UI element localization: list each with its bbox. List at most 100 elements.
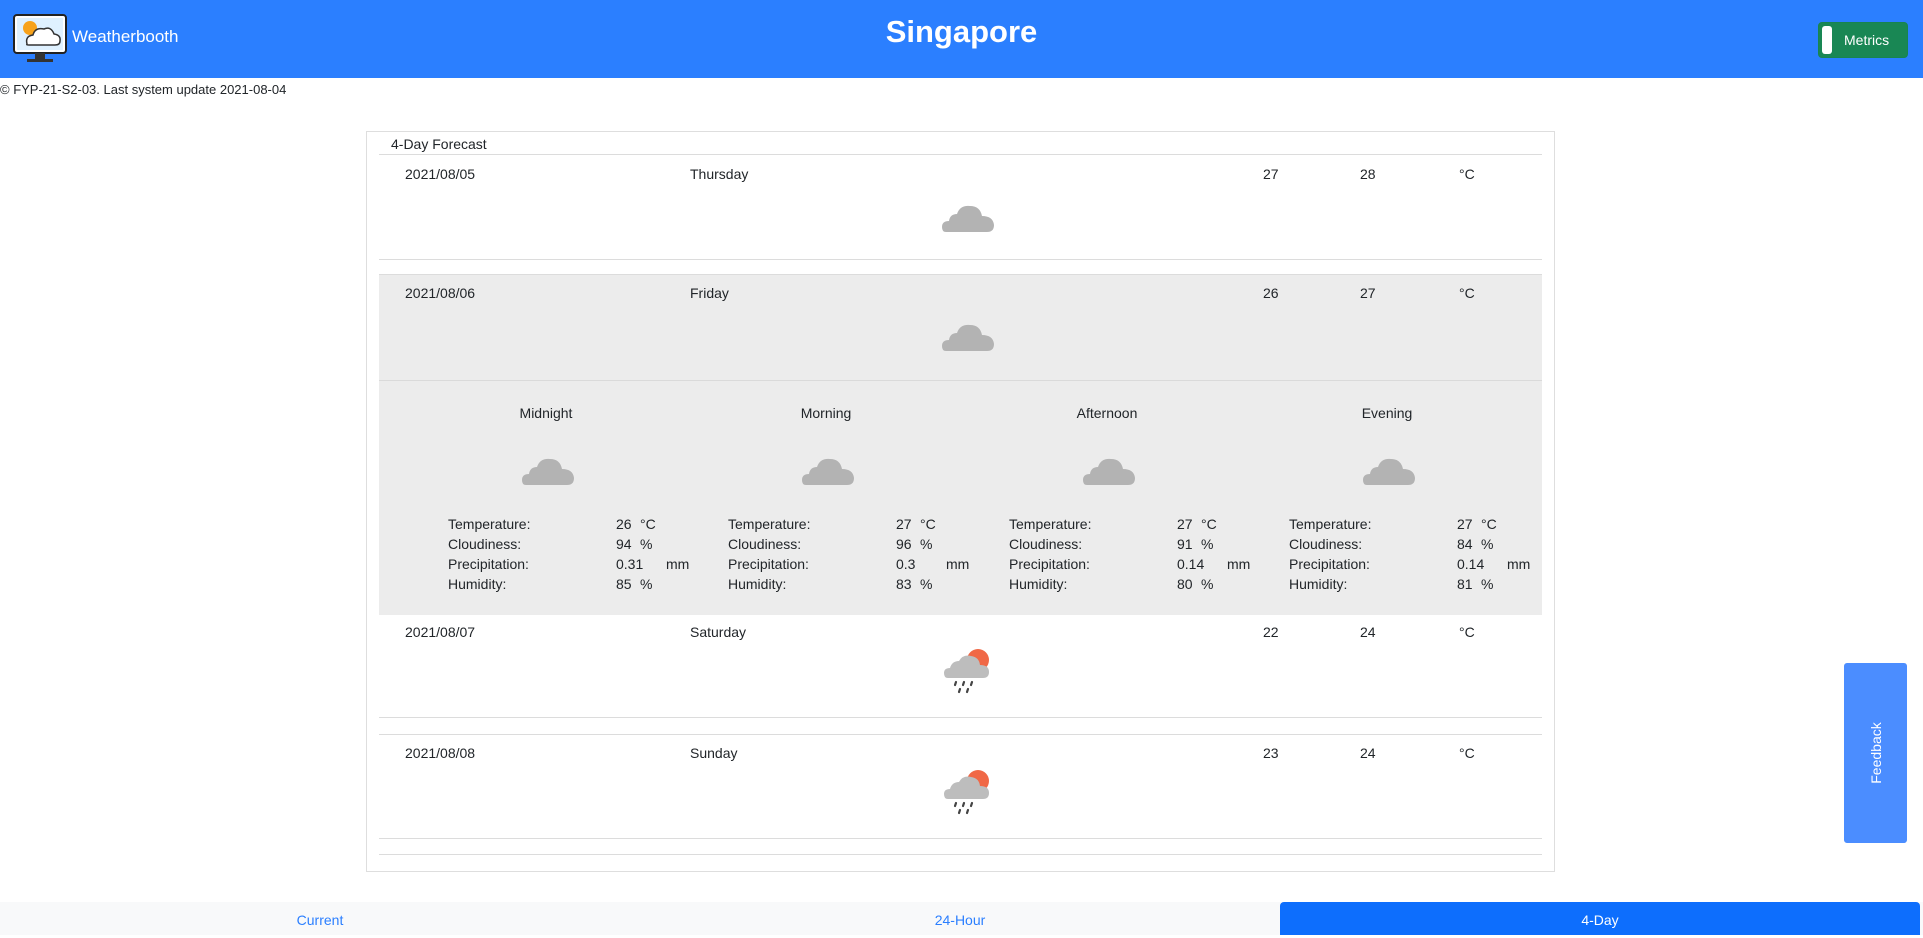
period-morning: Morning Temperature: 27 °C Cloudiness: 9… (686, 381, 970, 615)
temperature-unit: °C (1459, 624, 1475, 640)
day-temp-min: 27 (1263, 166, 1279, 182)
temperature-unit: °C (1481, 516, 1497, 532)
cloudiness-value: 96 (896, 536, 912, 552)
cloud-icon (802, 458, 854, 485)
temperature-unit: °C (640, 516, 656, 532)
temperature-unit: °C (1201, 516, 1217, 532)
showers-sun-icon (944, 649, 989, 694)
mm-unit: mm (946, 556, 970, 572)
day-name: Friday (690, 285, 729, 301)
precipitation-label: Precipitation: (1009, 556, 1090, 572)
precipitation-label: Precipitation: (1289, 556, 1370, 572)
temperature-value: 27 (896, 516, 912, 532)
cloudiness-label: Cloudiness: (728, 536, 802, 552)
metrics-label: Metrics (1844, 32, 1890, 48)
humidity-value: 83 (896, 576, 912, 592)
cloud-icon (942, 205, 994, 232)
tab-24-hour[interactable]: 24-Hour (640, 902, 1280, 935)
humidity-value: 85 (616, 576, 632, 592)
forecast-day-row[interactable]: 2021/08/06 Friday 26 27 °C (379, 275, 1542, 380)
precipitation-value: 0.14 (1457, 556, 1485, 572)
percent-unit: % (920, 536, 933, 552)
feedback-button[interactable]: Feedback (1844, 663, 1907, 843)
temperature-label: Temperature: (1289, 516, 1372, 532)
cloud-icon (942, 324, 994, 351)
forecast-title: 4-Day Forecast (391, 136, 487, 152)
period-name: Evening (1361, 405, 1413, 421)
day-detail-panel: Midnight Temperature: 26 °C Cloudiness: … (379, 380, 1542, 615)
cloudiness-value: 84 (1457, 536, 1473, 552)
percent-unit: % (1201, 536, 1214, 552)
forecast-day-row[interactable]: 2021/08/05 Thursday 27 28 °C (379, 156, 1542, 261)
forecast-day-row[interactable]: 2021/08/07 Saturday 22 24 °C (379, 614, 1542, 719)
metrics-toggle-handle[interactable] (1822, 26, 1832, 54)
divider (379, 154, 1542, 155)
cloudiness-label: Cloudiness: (1289, 536, 1363, 552)
humidity-label: Humidity: (1009, 576, 1068, 592)
temperature-unit: °C (1459, 745, 1475, 761)
temperature-value: 27 (1177, 516, 1193, 532)
temperature-value: 26 (616, 516, 632, 532)
temperature-label: Temperature: (448, 516, 531, 532)
day-temp-min: 22 (1263, 624, 1279, 640)
precipitation-value: 0.3 (896, 556, 916, 572)
cloud-icon (1363, 458, 1415, 485)
tab-4-day[interactable]: 4-Day (1280, 902, 1920, 935)
period-name: Afternoon (1076, 405, 1138, 421)
day-temp-min: 26 (1263, 285, 1279, 301)
day-temp-max: 28 (1360, 166, 1376, 182)
day-date: 2021/08/08 (405, 745, 476, 761)
period-midnight: Midnight Temperature: 26 °C Cloudiness: … (406, 381, 689, 615)
bottom-tab-bar: Current 24-Hour 4-Day (0, 902, 1923, 935)
metrics-button[interactable]: Metrics (1818, 22, 1908, 58)
day-temp-max: 24 (1360, 624, 1376, 640)
percent-unit: % (1481, 536, 1494, 552)
divider (379, 854, 1542, 855)
humidity-value: 80 (1177, 576, 1193, 592)
city-title: Singapore (885, 14, 1038, 49)
day-date: 2021/08/06 (405, 285, 476, 301)
temperature-unit: °C (1459, 285, 1475, 301)
feedback-label: Feedback (1867, 722, 1884, 784)
tab-current[interactable]: Current (0, 902, 640, 935)
cloudiness-label: Cloudiness: (1009, 536, 1083, 552)
cloudiness-label: Cloudiness: (448, 536, 522, 552)
divider (379, 259, 1542, 260)
cloudiness-value: 91 (1177, 536, 1193, 552)
humidity-label: Humidity: (1289, 576, 1348, 592)
percent-unit: % (1481, 576, 1494, 592)
temperature-unit: °C (920, 516, 936, 532)
temperature-label: Temperature: (728, 516, 811, 532)
period-evening: Evening Temperature: 27 °C Cloudiness: 8… (1247, 381, 1531, 615)
precipitation-label: Precipitation: (728, 556, 809, 572)
mm-unit: mm (1507, 556, 1531, 572)
forecast-card: 4-Day Forecast 2021/08/05 Thursday 27 28… (366, 131, 1555, 872)
humidity-value: 81 (1457, 576, 1473, 592)
cloudiness-value: 94 (616, 536, 632, 552)
percent-unit: % (920, 576, 933, 592)
precipitation-label: Precipitation: (448, 556, 529, 572)
footer-note: © FYP-21-S2-03. Last system update 2021-… (0, 82, 287, 97)
cloud-icon (1083, 458, 1135, 485)
day-temp-max: 24 (1360, 745, 1376, 761)
period-name: Morning (800, 405, 852, 421)
period-name: Midnight (519, 405, 573, 421)
precipitation-value: 0.31 (616, 556, 644, 572)
percent-unit: % (640, 536, 653, 552)
temperature-label: Temperature: (1009, 516, 1092, 532)
humidity-label: Humidity: (728, 576, 787, 592)
precipitation-value: 0.14 (1177, 556, 1205, 572)
day-date: 2021/08/07 (405, 624, 476, 640)
humidity-label: Humidity: (448, 576, 507, 592)
divider (379, 717, 1542, 718)
day-temp-min: 23 (1263, 745, 1279, 761)
day-name: Thursday (690, 166, 749, 182)
forecast-day-row[interactable]: 2021/08/08 Sunday 23 24 °C (379, 735, 1542, 840)
day-temp-max: 27 (1360, 285, 1376, 301)
period-afternoon: Afternoon Temperature: 27 °C Cloudiness:… (967, 381, 1250, 615)
temperature-value: 27 (1457, 516, 1473, 532)
temperature-unit: °C (1459, 166, 1475, 182)
percent-unit: % (640, 576, 653, 592)
cloud-icon (522, 458, 574, 485)
divider (379, 838, 1542, 839)
